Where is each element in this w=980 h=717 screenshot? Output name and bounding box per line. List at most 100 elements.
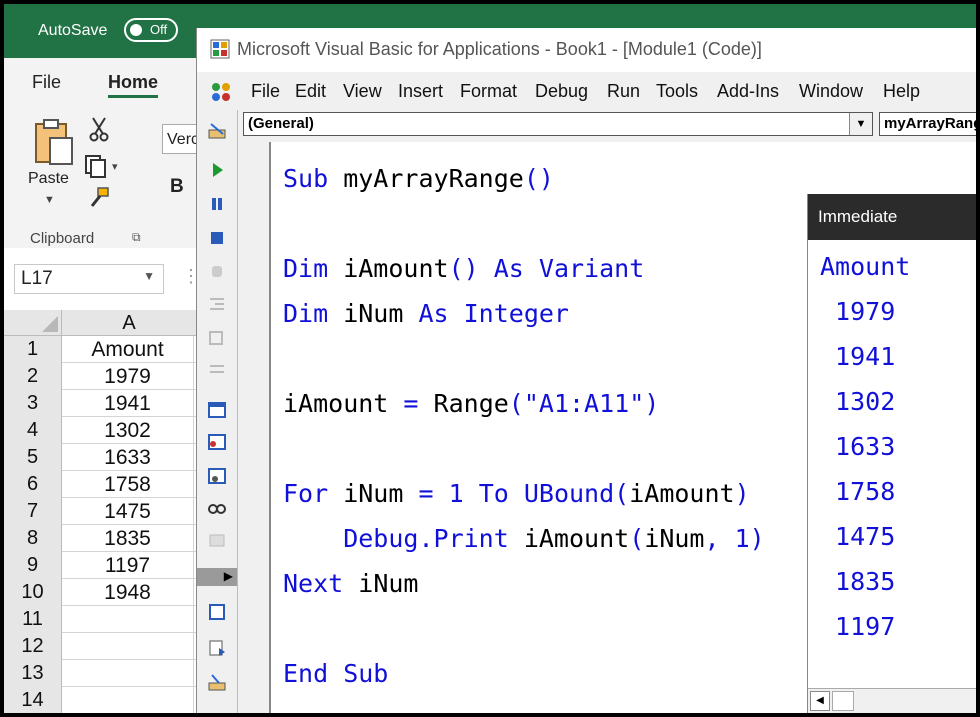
code-line-4: Dim iNum As Integer [283, 299, 569, 328]
hand-icon[interactable] [207, 260, 227, 280]
menu-insert[interactable]: Insert [398, 81, 443, 102]
name-box-dropdown-icon[interactable]: ▼ [143, 269, 155, 283]
vba-app-icon [210, 39, 230, 59]
row-header[interactable]: 11 [4, 606, 62, 633]
cell-a[interactable]: 1941 [62, 390, 194, 417]
code-token: Dim [283, 299, 329, 328]
row-header[interactable]: 13 [4, 660, 62, 687]
excel-view-icon[interactable] [209, 80, 235, 104]
tab-home[interactable]: Home [108, 72, 159, 98]
cell-a[interactable] [62, 606, 194, 633]
edit-ruler-icon[interactable] [207, 672, 227, 692]
vba-toolbar: ▶ [197, 110, 238, 713]
autosave-toggle[interactable]: Off [124, 18, 178, 42]
row-header[interactable]: 7 [4, 498, 62, 525]
table-row: 1 Amount [4, 336, 196, 363]
autosave-state: Off [150, 22, 168, 37]
paste-dropdown-icon[interactable]: ▼ [44, 194, 55, 206]
cell-a[interactable] [62, 687, 194, 713]
row-header[interactable]: 1 [4, 336, 62, 363]
row-header[interactable]: 8 [4, 525, 62, 552]
step-into-icon[interactable] [207, 638, 227, 658]
table-row: 13 [4, 660, 196, 687]
menu-tools[interactable]: Tools [656, 81, 698, 102]
cell-a[interactable]: 1948 [62, 579, 194, 606]
row-header[interactable]: 10 [4, 579, 62, 606]
row-header[interactable]: 3 [4, 390, 62, 417]
toolbar-overflow-button[interactable]: ▶ [197, 568, 237, 586]
column-header-a[interactable]: A [62, 310, 196, 336]
row-header[interactable]: 5 [4, 444, 62, 471]
outdent-icon[interactable] [207, 328, 227, 348]
paste-button[interactable]: Paste [28, 170, 69, 188]
toolbox-icon[interactable] [207, 530, 227, 550]
menu-file[interactable]: File [251, 81, 280, 102]
immediate-line: 1302 [820, 387, 896, 416]
bold-button[interactable]: B [170, 176, 184, 198]
cell-a[interactable] [62, 660, 194, 687]
immediate-line: 1835 [820, 567, 896, 596]
cell-a[interactable]: 1633 [62, 444, 194, 471]
cell-a[interactable]: 1979 [62, 363, 194, 390]
paste-icon[interactable] [32, 118, 76, 168]
cell-a[interactable]: 1758 [62, 471, 194, 498]
row-header[interactable]: 2 [4, 363, 62, 390]
row-header[interactable]: 12 [4, 633, 62, 660]
design-mode-icon[interactable] [207, 120, 227, 140]
format-painter-icon[interactable] [88, 186, 112, 210]
excel-ribbon: File Home Paste ▼ ▾ Verc B Clipboard ⧉ [4, 58, 204, 248]
immediate-scrollbar[interactable]: ◀ [808, 688, 976, 713]
cell-a[interactable]: 1835 [62, 525, 194, 552]
cell-a[interactable] [62, 633, 194, 660]
run-icon[interactable] [207, 160, 227, 180]
row-header[interactable]: 14 [4, 687, 62, 713]
object-combo-arrow-icon[interactable]: ▼ [849, 113, 872, 135]
screenshot-frame: AutoSave Off File Home Paste ▼ ▾ Verc B … [4, 4, 976, 713]
break-icon[interactable] [207, 194, 227, 214]
name-box[interactable]: L17 ▼ [14, 264, 164, 294]
cell-a[interactable]: 1197 [62, 552, 194, 579]
reset-icon[interactable] [207, 228, 227, 248]
menu-view[interactable]: View [343, 81, 382, 102]
immediate-line: 1633 [820, 432, 896, 461]
row-header[interactable]: 4 [4, 417, 62, 444]
tab-file[interactable]: File [32, 72, 61, 93]
code-token: For [283, 479, 329, 508]
menu-window[interactable]: Window [799, 81, 863, 102]
row-header[interactable]: 9 [4, 552, 62, 579]
menu-debug[interactable]: Debug [535, 81, 588, 102]
vba-menu-bar: File Edit View Insert Format Debug Run T… [197, 72, 976, 110]
project-explorer-icon[interactable] [207, 400, 227, 420]
watch-window-icon[interactable] [207, 498, 227, 518]
menu-format[interactable]: Format [460, 81, 517, 102]
code-token: Sub [283, 164, 329, 193]
cut-icon[interactable] [88, 116, 110, 142]
copy-icon[interactable]: ▾ [84, 154, 124, 178]
properties-window-icon[interactable] [207, 432, 227, 452]
object-combo[interactable]: (General) ▼ [243, 112, 873, 136]
dialog-launcher-icon[interactable]: ⧉ [132, 230, 141, 245]
immediate-window[interactable]: Immediate Amount 1979 1941 1302 1633 175… [807, 194, 976, 713]
scroll-thumb[interactable] [832, 691, 854, 711]
indent-icon[interactable] [207, 294, 227, 314]
code-line-10: Next iNum [283, 569, 418, 598]
menu-add-ins[interactable]: Add-Ins [717, 81, 779, 102]
menu-help[interactable]: Help [883, 81, 920, 102]
row-header[interactable]: 6 [4, 471, 62, 498]
menu-run[interactable]: Run [607, 81, 640, 102]
toggle-bookmark-icon[interactable] [207, 360, 227, 380]
object-browser-icon[interactable] [207, 466, 227, 486]
procedure-combo[interactable]: myArrayRange [879, 112, 976, 136]
immediate-line: 1197 [820, 612, 896, 641]
code-token: () [448, 254, 479, 283]
immediate-title[interactable]: Immediate [808, 194, 976, 240]
cell-a[interactable]: 1475 [62, 498, 194, 525]
code-line-1: Sub myArrayRange() [283, 164, 554, 193]
insert-module-icon[interactable] [207, 602, 227, 622]
code-token: iNum [328, 299, 419, 328]
select-all-corner[interactable] [4, 310, 62, 336]
cell-a[interactable]: 1302 [62, 417, 194, 444]
scroll-left-icon[interactable]: ◀ [810, 691, 830, 711]
menu-edit[interactable]: Edit [295, 81, 326, 102]
cell-a[interactable]: Amount [62, 336, 194, 363]
